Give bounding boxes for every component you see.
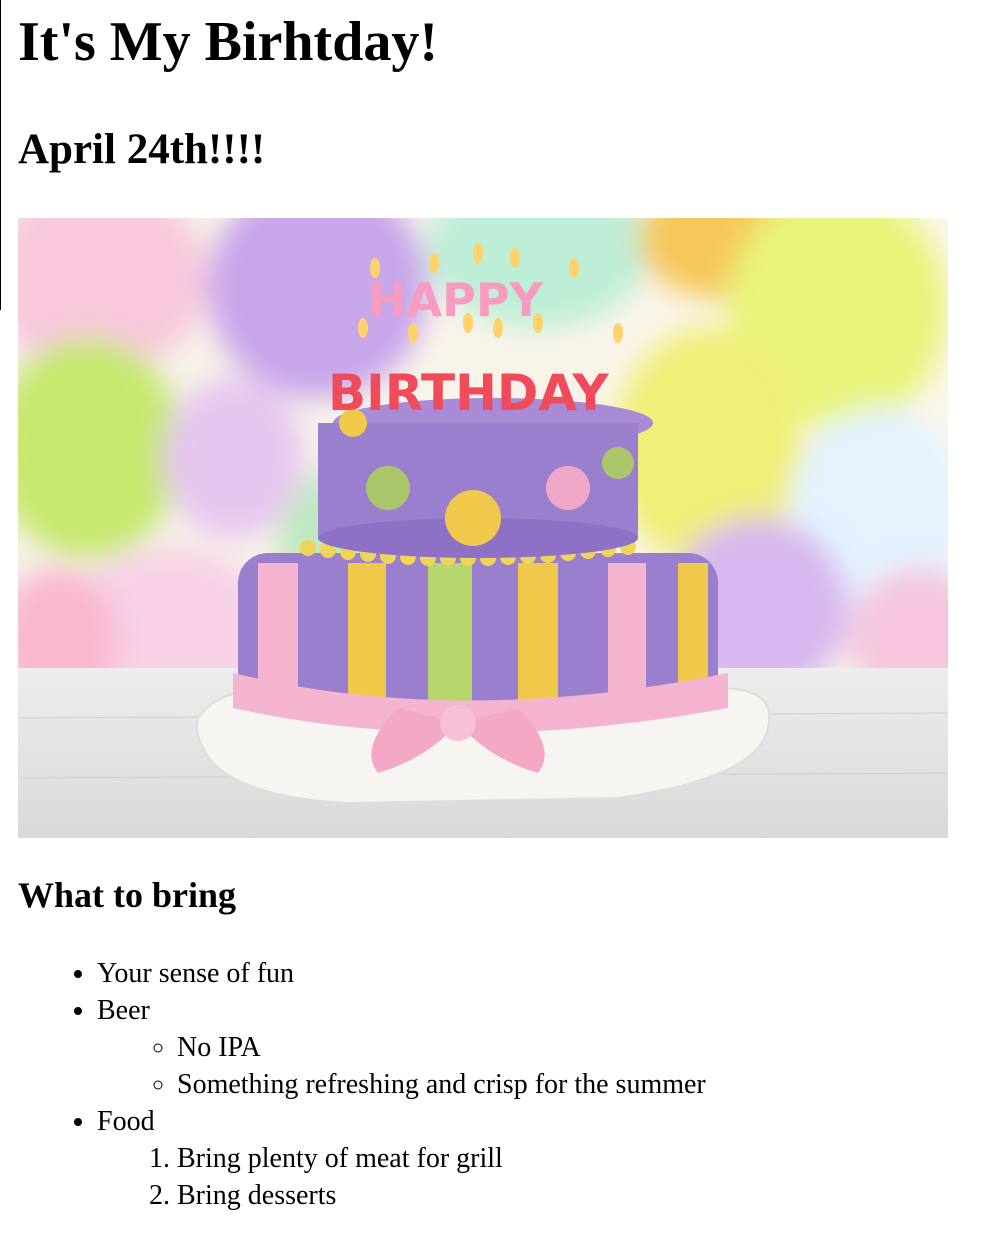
list-item: Food Bring plenty of meat for grill Brin… (97, 1103, 706, 1214)
list-item: No IPA (177, 1029, 706, 1066)
cake-birthday-text: BIRTHDAY (328, 364, 609, 422)
list-item: Bring desserts (177, 1177, 706, 1214)
page-title: It's My Birhtday! (18, 11, 438, 73)
list-item: Something refreshing and crisp for the s… (177, 1066, 706, 1103)
bring-list: Your sense of fun Beer No IPA Something … (18, 955, 706, 1214)
party-date: April 24th!!!! (18, 126, 266, 173)
list-item: Bring plenty of meat for grill (177, 1140, 706, 1177)
what-to-bring-heading: What to bring (18, 875, 237, 915)
list-item: Your sense of fun (97, 955, 706, 992)
list-item: Beer No IPA Something refreshing and cri… (97, 992, 706, 1103)
birthday-cake-image: HAPPY BIRTHDAY (18, 218, 948, 838)
page-left-border (0, 0, 1, 310)
cake-happy-text: HAPPY (368, 273, 544, 327)
